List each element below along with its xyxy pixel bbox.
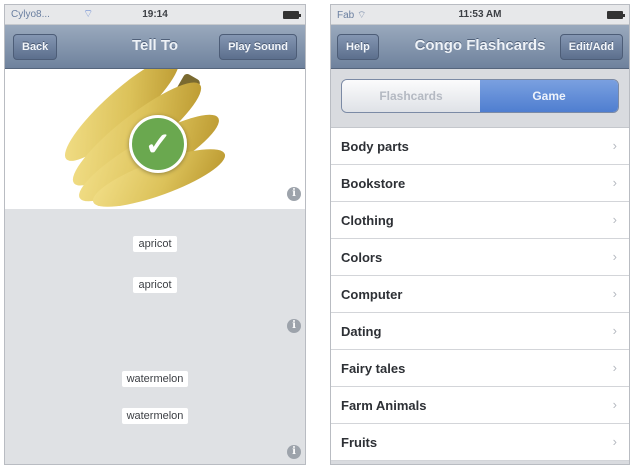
- list-item-label: Clothing: [341, 213, 394, 228]
- chevron-right-icon: ›: [612, 138, 617, 153]
- chevron-right-icon: ›: [612, 175, 617, 190]
- chevron-right-icon: ›: [612, 286, 617, 301]
- game-segment[interactable]: Game: [480, 80, 618, 112]
- list-item[interactable]: Fairy tales ›: [331, 350, 629, 387]
- list-item-label: Fairy tales: [341, 361, 406, 376]
- list-item-label: Farm Animals: [341, 398, 427, 413]
- answer-option[interactable]: apricot: [5, 236, 305, 252]
- list-item-label: Fruits: [341, 435, 378, 450]
- list-item-label: Computer: [341, 287, 403, 302]
- info-icon[interactable]: i: [287, 187, 301, 201]
- answer-option-label: watermelon: [121, 371, 189, 387]
- navigation-bar: Help Congo Flashcards Edit/Add: [331, 25, 629, 69]
- battery-icon: [607, 11, 625, 19]
- list-item[interactable]: Farm Animals ›: [331, 387, 629, 424]
- categories-screen: Fab ⌔ 11:53 AM Help Congo Flashcards Edi…: [330, 4, 630, 465]
- chevron-right-icon: ›: [612, 323, 617, 338]
- chevron-right-icon: ›: [612, 249, 617, 264]
- list-item[interactable]: Colors ›: [331, 239, 629, 276]
- chevron-right-icon: ›: [612, 212, 617, 227]
- list-item[interactable]: Dating ›: [331, 313, 629, 350]
- info-icon[interactable]: i: [287, 319, 301, 333]
- chevron-right-icon: ›: [612, 397, 617, 412]
- list-item[interactable]: Body parts ›: [331, 128, 629, 165]
- chevron-right-icon: ›: [612, 360, 617, 375]
- flashcards-segment[interactable]: Flashcards: [342, 80, 480, 112]
- flashcard-image[interactable]: ✓: [5, 69, 305, 209]
- answer-option[interactable]: watermelon: [5, 371, 305, 387]
- list-item-label: Colors: [341, 250, 383, 265]
- answer-option[interactable]: watermelon: [5, 408, 305, 424]
- game-screen: Cylyo8... ⌔ 19:14 Back Tell To Play Soun…: [4, 4, 306, 465]
- edit-add-button[interactable]: Edit/Add: [559, 34, 623, 60]
- mode-segmented-control: Flashcards Game: [341, 79, 619, 113]
- category-list: Body parts › Bookstore › Clothing › Colors ›…: [331, 127, 629, 461]
- status-time: 11:53 AM: [458, 9, 502, 20]
- correct-check-icon: ✓: [129, 115, 187, 173]
- navigation-bar: Back Tell To Play Sound: [5, 25, 305, 69]
- play-sound-button[interactable]: Play Sound: [219, 34, 297, 60]
- list-item-label: Bookstore: [341, 176, 406, 191]
- info-icon[interactable]: i: [287, 445, 301, 459]
- list-item[interactable]: Fruits ›: [331, 424, 629, 461]
- status-time: 19:14: [142, 9, 168, 20]
- status-bar: Cylyo8... ⌔ 19:14: [5, 5, 305, 25]
- list-item-label: Dating: [341, 324, 382, 339]
- answer-option[interactable]: apricot: [5, 277, 305, 293]
- list-item-label: Body parts: [341, 139, 409, 154]
- list-item[interactable]: Bookstore ›: [331, 165, 629, 202]
- answer-option-label: watermelon: [121, 408, 189, 424]
- answer-option-label: apricot: [133, 236, 177, 252]
- list-item[interactable]: Computer ›: [331, 276, 629, 313]
- list-item[interactable]: Clothing ›: [331, 202, 629, 239]
- status-bar: Fab ⌔ 11:53 AM: [331, 5, 629, 25]
- chevron-right-icon: ›: [612, 434, 617, 449]
- answer-option-label: apricot: [133, 277, 177, 293]
- battery-icon: [283, 11, 301, 19]
